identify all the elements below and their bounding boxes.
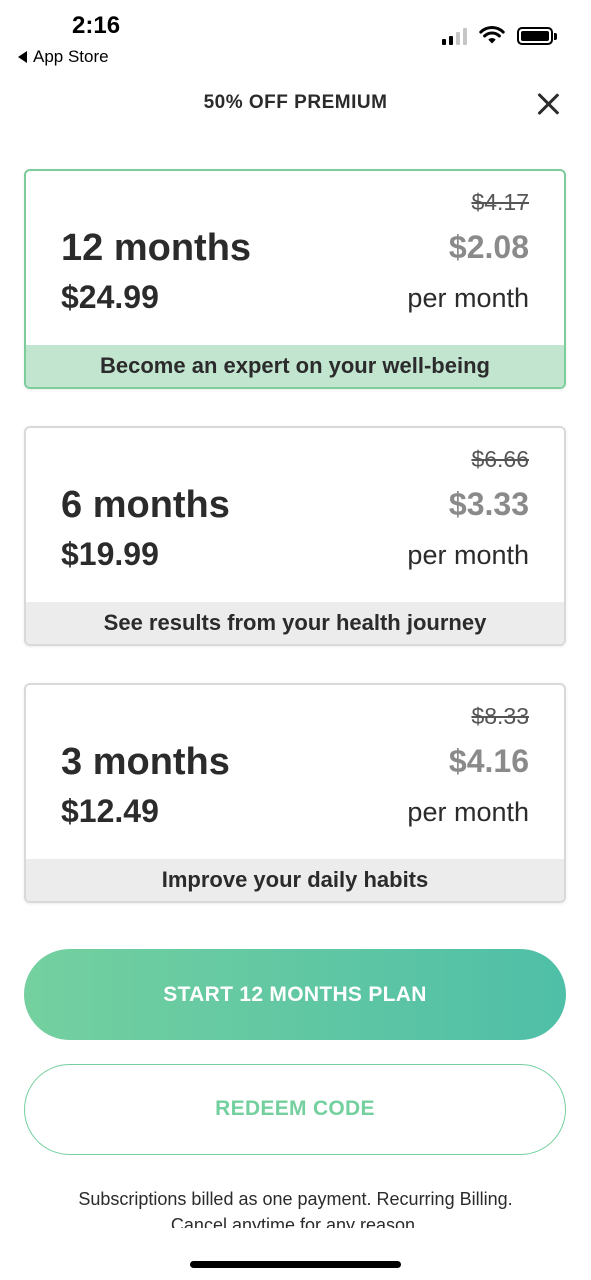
plan-card-6-months[interactable]: $6.66 6 months $3.33 $19.99 per month Se… (24, 426, 566, 646)
back-to-app-store[interactable]: App Store (18, 47, 109, 67)
plan-monthly-price: $3.33 (448, 486, 529, 522)
plan-per-month-label: per month (407, 797, 529, 827)
battery-icon (517, 26, 557, 45)
billing-disclaimer-line-1: Subscriptions billed as one payment. Rec… (78, 1189, 513, 1209)
home-indicator[interactable] (190, 1261, 401, 1268)
cellular-signal-icon (442, 27, 467, 45)
billing-disclaimer: Subscriptions billed as one payment. Rec… (0, 1186, 591, 1228)
plan-monthly-price: $2.08 (448, 229, 529, 265)
plan-total-price: $19.99 (61, 536, 159, 572)
wifi-icon (479, 26, 505, 44)
back-app-label: App Store (33, 47, 109, 66)
plan-per-month-label: per month (407, 540, 529, 570)
plan-duration: 3 months (61, 741, 230, 783)
plan-original-monthly-price: $6.66 (471, 446, 529, 472)
plan-original-monthly-price: $8.33 (471, 703, 529, 729)
plan-total-price: $24.99 (61, 279, 159, 315)
plan-total-price: $12.49 (61, 793, 159, 829)
plan-original-monthly-price: $4.17 (471, 189, 529, 215)
close-icon[interactable] (532, 88, 564, 120)
paywall-screen: 2:16 App Store 50% OFF PREMIUM $4.17 12 … (0, 0, 591, 1280)
page-title: 50% OFF PREMIUM (203, 92, 388, 113)
back-triangle-icon (18, 51, 27, 63)
plan-card-3-months[interactable]: $8.33 3 months $4.16 $12.49 per month Im… (24, 683, 566, 903)
plan-monthly-price: $4.16 (448, 743, 529, 779)
plan-duration: 12 months (61, 227, 252, 269)
plan-tagline: Improve your daily habits (26, 859, 564, 901)
plan-card-12-months[interactable]: $4.17 12 months $2.08 $24.99 per month B… (24, 169, 566, 389)
plan-per-month-label: per month (407, 283, 529, 313)
redeem-code-button[interactable]: REDEEM CODE (24, 1064, 566, 1155)
status-time: 2:16 (72, 12, 121, 39)
plan-duration: 6 months (61, 484, 230, 526)
billing-disclaimer-line-2: Cancel anytime for any reason. (170, 1215, 421, 1228)
status-icons (442, 26, 557, 45)
plan-tagline: See results from your health journey (26, 602, 564, 644)
plan-tagline: Become an expert on your well-being (26, 345, 564, 387)
start-plan-button[interactable]: START 12 MONTHS PLAN (24, 949, 566, 1040)
